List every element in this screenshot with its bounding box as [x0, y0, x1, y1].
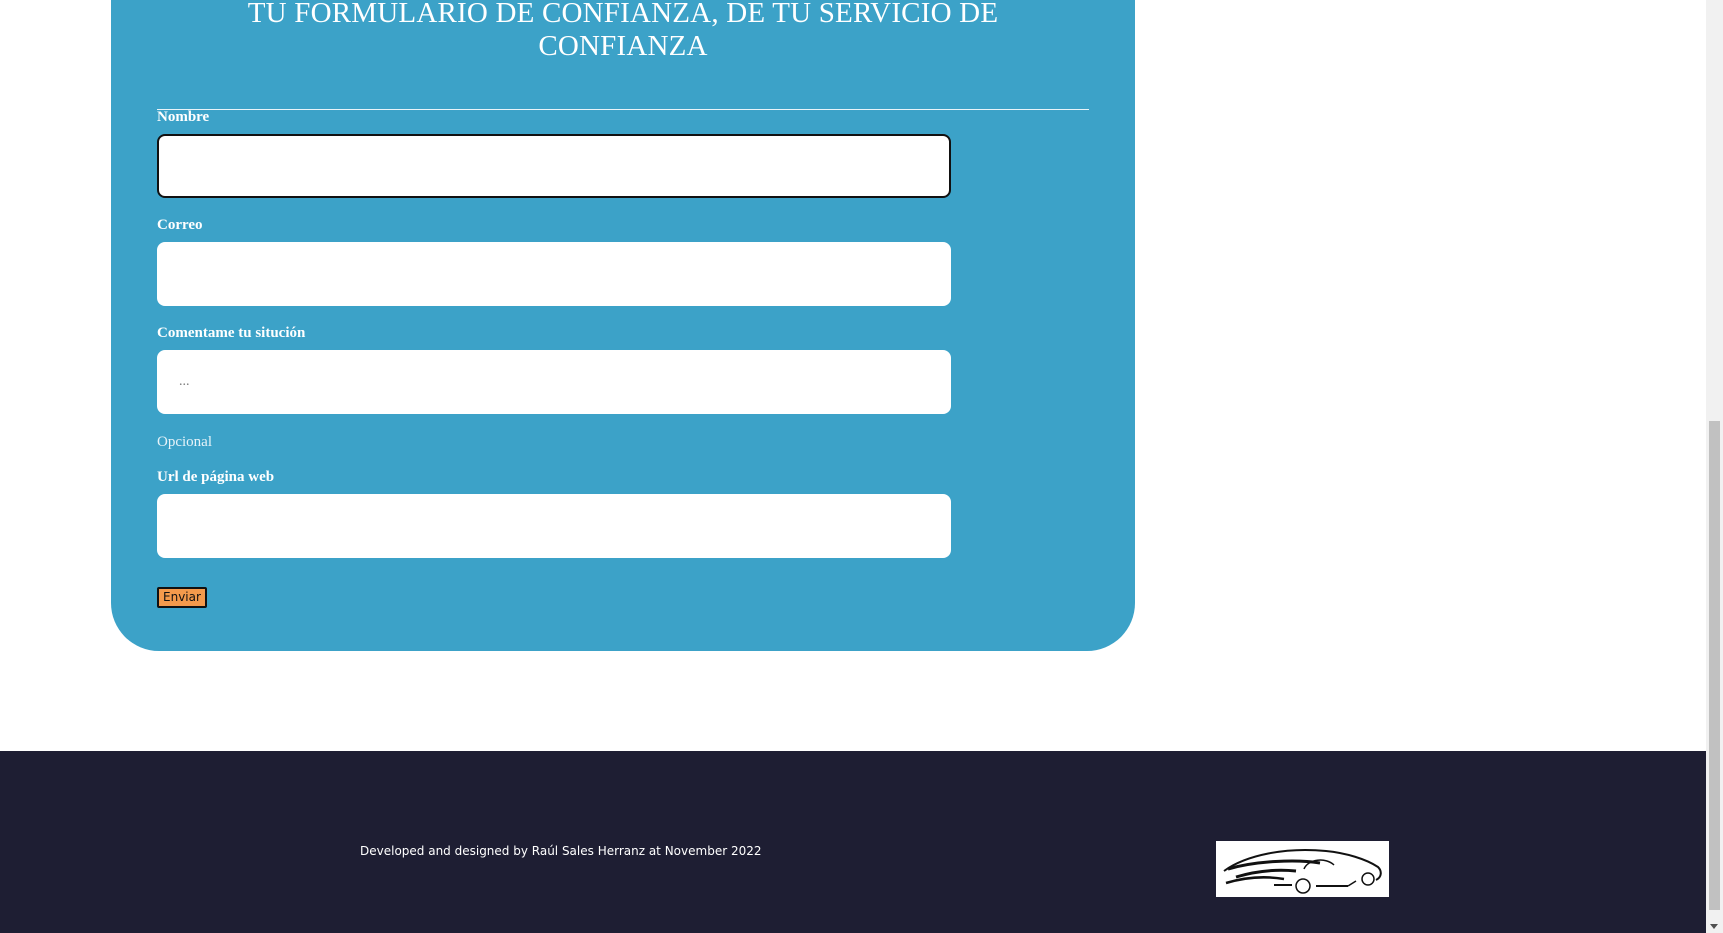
- nombre-label: Nombre: [157, 109, 210, 125]
- nombre-input[interactable]: [157, 134, 951, 198]
- car-sketch-icon: [1223, 848, 1382, 894]
- page-viewport: TU FORMULARIO DE CONFIANZA, DE TU SERVIC…: [0, 0, 1706, 933]
- url-input[interactable]: [157, 494, 951, 558]
- form-title: TU FORMULARIO DE CONFIANZA, DE TU SERVIC…: [111, 0, 1135, 63]
- situacion-label: Comentame tu situción: [157, 325, 306, 341]
- title-divider: [157, 109, 1089, 110]
- enviar-button[interactable]: Enviar: [157, 587, 207, 608]
- scroll-down-arrow-icon[interactable]: [1710, 924, 1718, 929]
- car-logo-icon: [1216, 841, 1389, 897]
- contact-form-card: TU FORMULARIO DE CONFIANZA, DE TU SERVIC…: [111, 0, 1135, 651]
- form-title-line-1: TU FORMULARIO DE CONFIANZA, DE TU SERVIC…: [247, 0, 999, 29]
- site-footer: Developed and designed by Raúl Sales Her…: [0, 751, 1706, 933]
- correo-label: Correo: [157, 217, 203, 233]
- situacion-input[interactable]: [157, 350, 951, 414]
- form-title-line-2: CONFIANZA: [538, 30, 708, 62]
- url-label: Url de página web: [157, 469, 275, 485]
- situacion-helper-text: Opcional: [157, 434, 212, 450]
- scrollbar-thumb[interactable]: [1709, 421, 1720, 910]
- footer-credit: Developed and designed by Raúl Sales Her…: [360, 844, 762, 858]
- vertical-scrollbar[interactable]: [1706, 0, 1723, 933]
- correo-input[interactable]: [157, 242, 951, 306]
